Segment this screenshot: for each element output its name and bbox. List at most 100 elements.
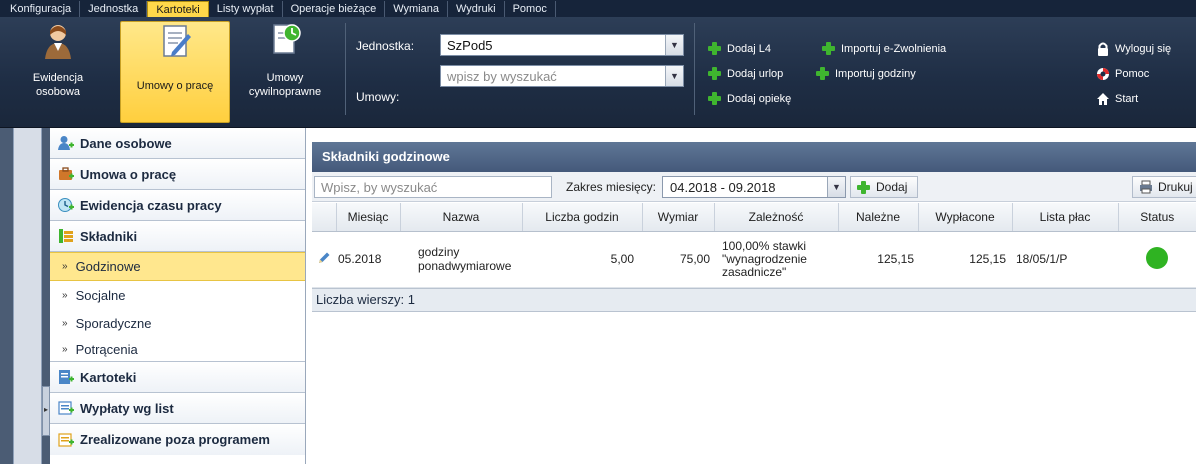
data-grid: Miesiąc Nazwa Liczba godzin Wymiar Zależ… <box>312 203 1196 288</box>
column-header-nazwa[interactable]: Nazwa <box>400 203 523 232</box>
nav-zrealizowane-label: Zrealizowane poza programem <box>80 432 270 447</box>
umowy-o-prace-button[interactable]: Umowy o pracę <box>120 21 230 123</box>
nav-umowa-label: Umowa o pracę <box>80 166 177 182</box>
month-range-select[interactable]: 04.2018 - 09.2018 ▼ <box>662 176 846 198</box>
cell-wymiar: 75,00 <box>642 231 714 288</box>
chevron-down-icon[interactable]: ▼ <box>665 35 683 55</box>
nav-kartoteki-label: Kartoteki <box>80 369 137 385</box>
chevron-down-icon[interactable]: ▼ <box>827 177 845 197</box>
nav-item-skladniki[interactable]: Składniki <box>50 221 305 252</box>
menu-tab-jednostka[interactable]: Jednostka <box>80 1 148 17</box>
double-chevron-icon: » <box>62 261 68 272</box>
cell-zaleznosc-line3: zasadnicze" <box>722 264 787 279</box>
double-chevron-icon: » <box>62 343 68 355</box>
nav-item-dane-osobowe[interactable]: Dane osobowe <box>50 128 305 159</box>
importuj-zwolnienia-button[interactable]: Importuj e-Zwolnienia <box>822 42 946 55</box>
nav-item-kartoteki[interactable]: Kartoteki <box>50 362 305 393</box>
table-row[interactable]: 05.2018 godziny ponadwymiarowe 5,00 75,0… <box>312 231 1196 288</box>
nav-item-umowa-o-prace[interactable]: Umowa o pracę <box>50 159 305 190</box>
double-chevron-icon: » <box>62 289 68 301</box>
column-header-liczba-godzin[interactable]: Liczba godzin <box>522 203 643 232</box>
cell-lista-plac: 18/05/1/P <box>1012 231 1118 288</box>
month-range-value: 04.2018 - 09.2018 <box>670 180 776 195</box>
ewidencja-osobowa-button[interactable]: Ewidencja osobowa <box>6 21 110 123</box>
plus-icon <box>857 180 870 194</box>
nav-sub-godzinowe-label: Godzinowe <box>75 259 141 274</box>
edit-cell[interactable] <box>312 231 336 288</box>
start-button[interactable]: Start <box>1096 92 1138 106</box>
nav-item-zrealizowane[interactable]: Zrealizowane poza programem <box>50 424 305 455</box>
start-label: Start <box>1115 93 1139 105</box>
pencil-icon[interactable] <box>317 252 331 268</box>
nav-item-wyplaty[interactable]: Wypłaty wg list <box>50 393 305 424</box>
umowy-cyw-label-1: Umowy <box>266 72 304 84</box>
cell-zaleznosc-line2: "wynagrodzenie <box>722 251 807 266</box>
print-button-label: Drukuj <box>1158 180 1193 194</box>
column-header-wyplacone[interactable]: Wypłacone <box>918 203 1013 232</box>
dodaj-urlop-button[interactable]: Dodaj urlop <box>708 67 783 80</box>
cell-nazwa-line2: ponadwymiarowe <box>418 259 512 273</box>
lock-icon <box>1096 42 1110 56</box>
expand-panel-handle[interactable]: ▸ <box>42 386 50 436</box>
umowy-cywilnoprawne-button[interactable]: Umowy cywilnoprawne <box>236 21 334 123</box>
column-header-nalezne[interactable]: Należne <box>838 203 919 232</box>
nav-sub-godzinowe[interactable]: » Godzinowe <box>50 252 305 281</box>
nav-item-ewidencja-czasu[interactable]: Ewidencja czasu pracy <box>50 190 305 221</box>
menu-tab-wydruki[interactable]: Wydruki <box>448 1 505 17</box>
importuj-godziny-label: Importuj godziny <box>835 67 916 80</box>
clock-icon <box>58 197 74 213</box>
column-header-zaleznosc[interactable]: Zależność <box>714 203 839 232</box>
column-header-wymiar[interactable]: Wymiar <box>642 203 715 232</box>
menu-tab-pomoc[interactable]: Pomoc <box>505 1 556 17</box>
umowy-search-combo[interactable]: wpisz by wyszukać ▼ <box>440 65 684 87</box>
add-button-label: Dodaj <box>876 180 908 194</box>
contract-icon <box>158 22 192 62</box>
nav-sub-potracenia[interactable]: » Potrącenia <box>50 337 305 362</box>
nav-wyplaty-label: Wypłaty wg list <box>80 400 174 416</box>
card-file-icon <box>58 369 74 385</box>
dodaj-urlop-label: Dodaj urlop <box>727 67 784 80</box>
dodaj-opieke-button[interactable]: Dodaj opiekę <box>708 92 791 105</box>
importuj-zwolnienia-label: Importuj e-Zwolnienia <box>841 42 947 55</box>
column-header-lista-plac[interactable]: Lista płac <box>1012 203 1119 232</box>
nav-dane-osobowe-label: Dane osobowe <box>80 135 172 151</box>
umowy-o-prace-label: Umowy o pracę <box>136 80 214 92</box>
umowy-placeholder: wpisz by wyszukać <box>447 69 557 84</box>
menu-tab-operacje-biezace[interactable]: Operacje bieżące <box>283 1 386 17</box>
jednostka-value: SzPod5 <box>447 38 493 53</box>
jednostka-select[interactable]: SzPod5 ▼ <box>440 34 684 56</box>
nav-sub-socjalne[interactable]: » Socjalne <box>50 281 305 309</box>
left-collapse-strip: ▸ <box>0 128 50 464</box>
external-payments-icon <box>58 432 74 448</box>
briefcase-icon <box>58 166 74 182</box>
menu-tab-wymiana[interactable]: Wymiana <box>385 1 448 17</box>
column-header-miesiac[interactable]: Miesiąc <box>336 203 401 232</box>
umowy-cyw-label-2: cywilnoprawne <box>248 86 322 98</box>
plus-icon <box>816 67 829 80</box>
umowy-label: Umowy: <box>356 90 400 104</box>
ewidencja-label-1: Ewidencja <box>32 72 84 84</box>
status-ok-icon <box>1146 246 1168 269</box>
menu-tab-listy-wyplat[interactable]: Listy wypłat <box>209 1 283 17</box>
importuj-godziny-button[interactable]: Importuj godziny <box>816 67 916 80</box>
add-button[interactable]: Dodaj <box>850 176 919 198</box>
menu-tab-konfiguracja[interactable]: Konfiguracja <box>2 1 81 17</box>
plus-icon <box>822 42 835 55</box>
ribbon-separator <box>345 23 346 115</box>
column-header-status[interactable]: Status <box>1118 203 1196 232</box>
ribbon-toolbar: Ewidencja osobowa Umowy o pracę Umowy cywi <box>0 17 1196 128</box>
nav-skladniki-label: Składniki <box>80 228 138 244</box>
ewidencja-label-2: osobowa <box>35 86 81 98</box>
chevron-down-icon[interactable]: ▼ <box>665 66 683 86</box>
logout-label: Wyloguj się <box>1115 43 1172 55</box>
print-button[interactable]: Drukuj <box>1132 176 1196 198</box>
menu-tab-kartoteki[interactable]: Kartoteki <box>147 1 209 17</box>
logout-button[interactable]: Wyloguj się <box>1096 42 1171 56</box>
document-clock-icon <box>268 21 302 61</box>
help-button[interactable]: Pomoc <box>1096 67 1149 81</box>
main-content: Składniki godzinowe Wpisz, by wyszukać Z… <box>307 128 1196 464</box>
dodaj-l4-button[interactable]: Dodaj L4 <box>708 42 771 55</box>
nav-sub-sporadyczne[interactable]: » Sporadyczne <box>50 309 305 337</box>
search-input[interactable]: Wpisz, by wyszukać <box>314 176 552 198</box>
cell-status <box>1118 231 1196 288</box>
